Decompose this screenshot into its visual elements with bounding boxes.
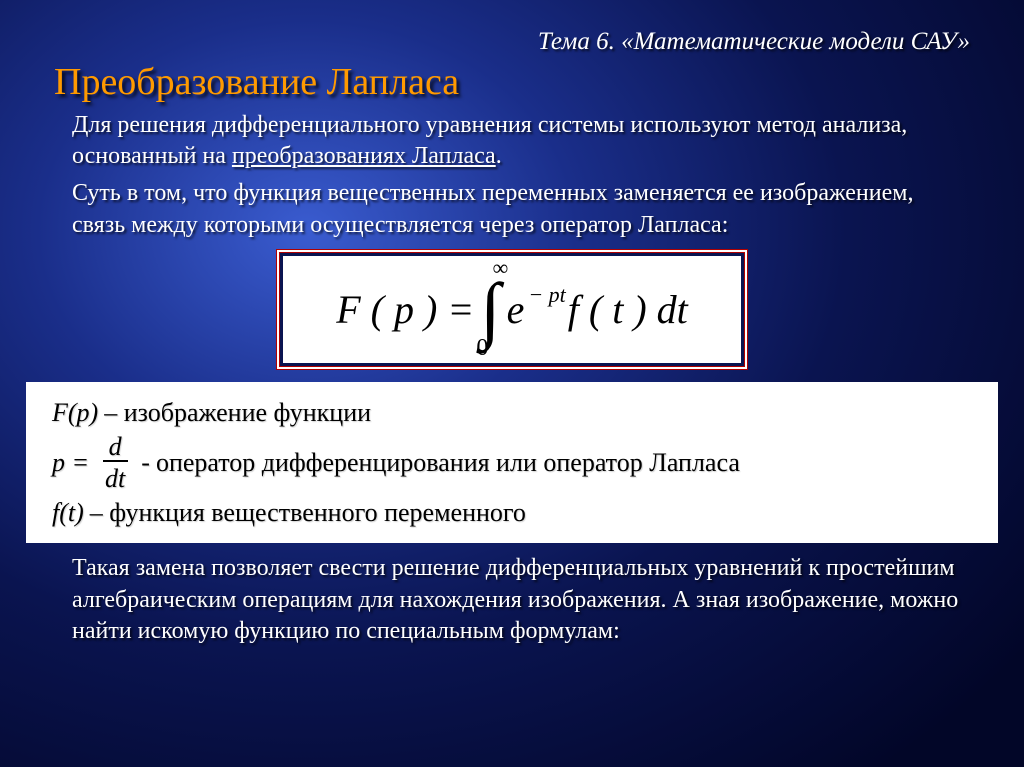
intro-paragraph-2: Суть в том, что функция вещественных пер… xyxy=(72,178,970,240)
definition-3: f(t) – функция вещественного переменного xyxy=(52,494,972,532)
integral-lower: 0 xyxy=(476,336,488,360)
formula-row: F ( p ) = ∞ ∫ 0 e − pt f ( t ) dt xyxy=(292,257,732,362)
slide: Тема 6. «Математические модели САУ» Прео… xyxy=(0,0,1024,767)
def2-denominator: dt xyxy=(99,462,131,492)
outro-paragraph: Такая замена позволяет свести решение ди… xyxy=(72,553,970,647)
definition-2: p = d dt - оператор дифференцирования ил… xyxy=(52,434,972,492)
topic-line: Тема 6. «Математические модели САУ» xyxy=(54,28,970,56)
def1-symbol: F(p) xyxy=(52,394,98,432)
def2-dash: - xyxy=(141,444,150,482)
definitions-box: F(p) – изображение функции p = d dt - оп… xyxy=(26,382,998,543)
integral-sign: ∫ xyxy=(480,281,500,340)
intro-1b-underlined: преобразованиях Лапласа xyxy=(232,143,496,169)
def3-text: – функция вещественного переменного xyxy=(90,494,526,532)
def1-text: – изображение функции xyxy=(104,394,371,432)
def3-symbol: f(t) xyxy=(52,494,84,532)
formula-lhs: F ( p ) = xyxy=(336,286,474,333)
def2-fraction: d dt xyxy=(99,434,131,492)
def2-text: оператор дифференцирования или оператор … xyxy=(156,444,740,482)
intro-1c: . xyxy=(496,143,502,169)
formula-exp: − pt xyxy=(528,282,565,308)
integral-symbol: ∞ ∫ 0 xyxy=(480,257,500,362)
formula-box: F ( p ) = ∞ ∫ 0 e − pt f ( t ) dt xyxy=(276,249,748,370)
formula-ft: f ( t ) dt xyxy=(568,286,688,333)
formula-e: e xyxy=(507,286,525,333)
def2-prefix: p = xyxy=(52,444,89,482)
slide-title: Преобразование Лапласа xyxy=(54,60,970,104)
intro-paragraph-1: Для решения дифференциального уравнения … xyxy=(72,110,970,172)
definition-1: F(p) – изображение функции xyxy=(52,394,972,432)
def2-numerator: d xyxy=(103,434,128,462)
